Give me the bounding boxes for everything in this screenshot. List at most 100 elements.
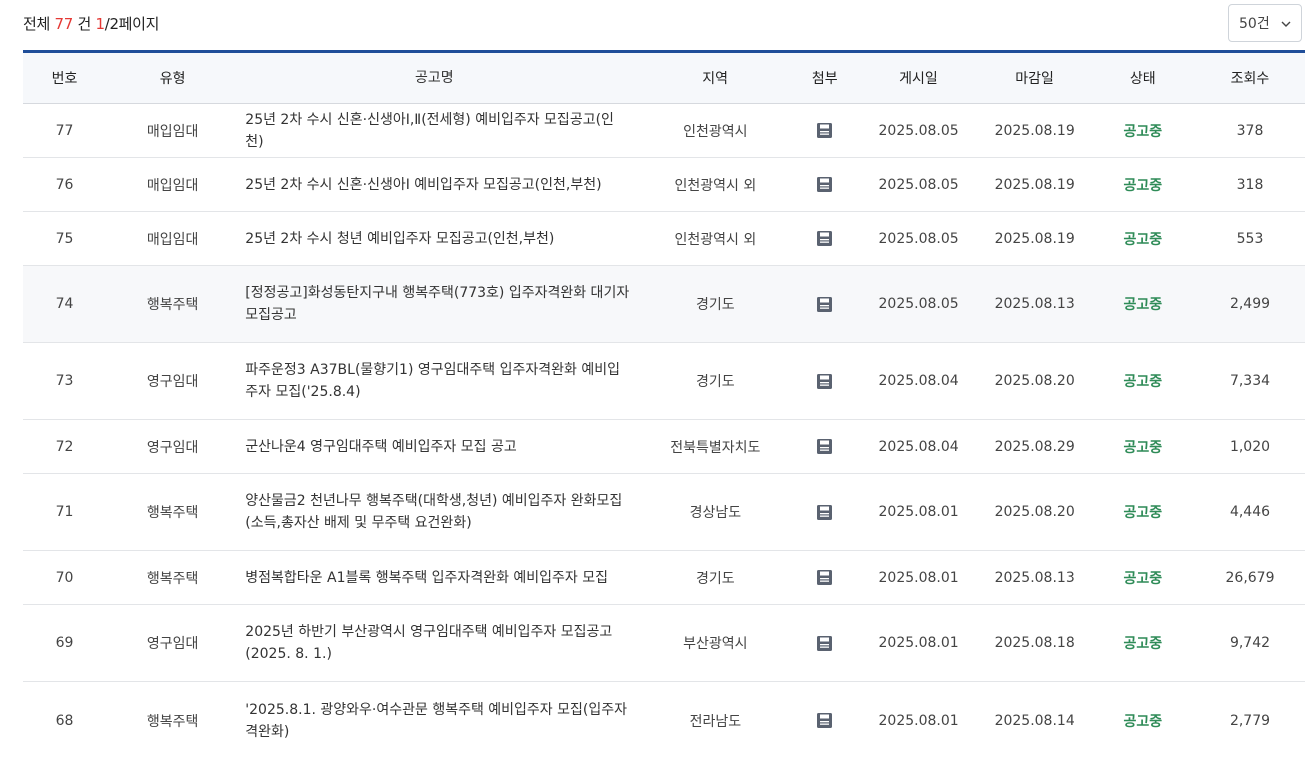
row-title-link[interactable]: '2025.8.1. 광양와우·여수관문 행복주택 예비입주자 모집(입주자격완… xyxy=(239,699,639,743)
row-type: 영구임대 xyxy=(146,439,199,456)
row-title-link[interactable]: 25년 2차 수시 신혼·신생아Ⅰ,Ⅱ(전세형) 예비입주자 모집공고(인천) xyxy=(239,109,639,153)
status-badge: 공고중 xyxy=(1123,123,1163,140)
header-region: 지역 xyxy=(702,71,729,87)
row-type: 매입임대 xyxy=(146,177,199,194)
table-row[interactable]: 73 영구임대 파주운정3 A37BL(물향기1) 영구임대주택 입주자격완화 … xyxy=(23,343,1305,420)
table-row[interactable]: 77 매입임대 25년 2차 수시 신혼·신생아Ⅰ,Ⅱ(전세형) 예비입주자 모… xyxy=(23,104,1305,158)
row-type: 행복주택 xyxy=(146,297,199,313)
row-title-link[interactable]: 병점복합타운 A1블록 행복주택 입주자격완화 예비입주자 모집 xyxy=(239,567,639,589)
file-save-icon[interactable] xyxy=(816,569,833,586)
table-row[interactable]: 76 매입임대 25년 2차 수시 신혼·신생아Ⅰ 예비입주자 모집공고(인천,… xyxy=(23,158,1305,212)
row-title-link[interactable]: [정정공고]화성동탄지구내 행복주택(773호) 입주자격완화 대기자 모집공고 xyxy=(239,282,639,326)
status-badge: 공고중 xyxy=(1123,570,1163,587)
row-no: 76 xyxy=(55,176,74,193)
attach-cell xyxy=(791,635,858,652)
row-deadline: 2025.08.19 xyxy=(994,122,1075,139)
file-save-icon[interactable] xyxy=(816,230,833,247)
row-posted: 2025.08.05 xyxy=(878,176,959,193)
row-no: 69 xyxy=(55,635,74,651)
file-save-icon[interactable] xyxy=(816,176,833,193)
row-deadline: 2025.08.19 xyxy=(994,176,1075,193)
row-title-link[interactable]: 2025년 하반기 부산광역시 영구임대주택 예비입주자 모집공고(2025. … xyxy=(239,621,639,665)
file-save-icon[interactable] xyxy=(816,504,833,521)
file-save-icon[interactable] xyxy=(816,122,833,139)
table-row[interactable]: 74 행복주택 [정정공고]화성동탄지구내 행복주택(773호) 입주자격완화 … xyxy=(23,266,1305,343)
row-posted: 2025.08.01 xyxy=(878,712,959,729)
attach-cell xyxy=(791,176,858,193)
table-row[interactable]: 70 행복주택 병점복합타운 A1블록 행복주택 입주자격완화 예비입주자 모집… xyxy=(23,551,1305,605)
total-unit: 건 xyxy=(77,15,91,33)
table-row[interactable]: 71 행복주택 양산물금2 천년나무 행복주택(대학생,청년) 예비입주자 완화… xyxy=(23,474,1305,551)
attach-cell xyxy=(791,373,858,390)
row-deadline: 2025.08.13 xyxy=(994,569,1075,586)
row-views: 9,742 xyxy=(1229,635,1271,651)
header-attach: 첨부 xyxy=(811,71,838,87)
row-region: 전북특별자치도 xyxy=(670,439,761,456)
status-badge: 공고중 xyxy=(1123,374,1163,390)
row-type: 영구임대 xyxy=(146,636,199,652)
table-row[interactable]: 69 영구임대 2025년 하반기 부산광역시 영구임대주택 예비입주자 모집공… xyxy=(23,605,1305,682)
header-no: 번호 xyxy=(51,71,78,87)
row-posted: 2025.08.01 xyxy=(878,569,959,586)
file-save-icon[interactable] xyxy=(816,635,833,652)
row-posted: 2025.08.05 xyxy=(878,296,959,312)
attach-cell xyxy=(791,122,858,139)
table-header: 번호 유형 공고명 지역 첨부 게시일 마감일 상태 조회수 xyxy=(23,53,1305,104)
header-title: 공고명 xyxy=(414,70,454,86)
row-type: 매입임대 xyxy=(146,123,199,140)
row-type: 행복주택 xyxy=(146,713,199,730)
status-badge: 공고중 xyxy=(1123,297,1163,313)
row-views: 2,499 xyxy=(1229,296,1271,312)
row-region: 경기도 xyxy=(696,374,735,390)
attach-cell xyxy=(791,438,858,455)
row-title-link[interactable]: 25년 2차 수시 신혼·신생아Ⅰ 예비입주자 모집공고(인천,부천) xyxy=(239,174,639,196)
row-no: 70 xyxy=(55,569,74,586)
row-type: 행복주택 xyxy=(146,570,199,587)
row-title-link[interactable]: 25년 2차 수시 청년 예비입주자 모집공고(인천,부천) xyxy=(239,228,639,250)
total-prefix: 전체 xyxy=(23,15,51,33)
header-views: 조회수 xyxy=(1230,71,1270,87)
file-save-icon[interactable] xyxy=(816,373,833,390)
table-row[interactable]: 75 매입임대 25년 2차 수시 청년 예비입주자 모집공고(인천,부천) 인… xyxy=(23,212,1305,266)
row-posted: 2025.08.05 xyxy=(878,122,959,139)
attach-cell xyxy=(791,569,858,586)
row-views: 2,779 xyxy=(1229,712,1271,729)
row-region: 인천광역시 xyxy=(683,123,748,140)
row-no: 73 xyxy=(55,373,74,389)
row-title-link[interactable]: 군산나운4 영구임대주택 예비입주자 모집 공고 xyxy=(239,436,639,458)
row-no: 71 xyxy=(55,504,74,520)
chevron-down-icon xyxy=(1281,21,1291,27)
row-deadline: 2025.08.14 xyxy=(994,712,1075,729)
row-deadline: 2025.08.13 xyxy=(994,296,1075,312)
notice-table: 번호 유형 공고명 지역 첨부 게시일 마감일 상태 조회수 77 매입임대 2… xyxy=(23,50,1305,759)
file-save-icon[interactable] xyxy=(816,712,833,729)
row-views: 26,679 xyxy=(1225,569,1275,586)
row-posted: 2025.08.05 xyxy=(878,230,959,247)
attach-cell xyxy=(791,712,858,729)
status-badge: 공고중 xyxy=(1123,713,1163,730)
attach-cell xyxy=(791,230,858,247)
file-save-icon[interactable] xyxy=(816,296,833,313)
result-summary: 전체 77 건 1/2페이지 xyxy=(23,13,159,35)
attach-cell xyxy=(791,296,858,313)
row-views: 4,446 xyxy=(1229,504,1271,520)
row-no: 72 xyxy=(55,438,74,455)
table-row[interactable]: 68 행복주택 '2025.8.1. 광양와우·여수관문 행복주택 예비입주자 … xyxy=(23,682,1305,759)
page-size-select[interactable]: 50건 xyxy=(1228,4,1302,42)
header-status: 상태 xyxy=(1129,71,1156,87)
row-region: 전라남도 xyxy=(689,713,742,730)
total-count: 77 xyxy=(54,15,73,33)
row-region: 경기도 xyxy=(696,297,735,313)
header-posted: 게시일 xyxy=(899,71,938,87)
header-deadline: 마감일 xyxy=(1015,71,1054,87)
file-save-icon[interactable] xyxy=(816,438,833,455)
row-title-link[interactable]: 파주운정3 A37BL(물향기1) 영구임대주택 입주자격완화 예비입주자 모집… xyxy=(239,359,639,403)
table-row[interactable]: 72 영구임대 군산나운4 영구임대주택 예비입주자 모집 공고 전북특별자치도… xyxy=(23,420,1305,474)
row-deadline: 2025.08.19 xyxy=(994,230,1075,247)
row-type: 행복주택 xyxy=(146,505,199,521)
row-posted: 2025.08.04 xyxy=(878,373,959,389)
page-total: /2페이지 xyxy=(104,15,160,33)
row-posted: 2025.08.04 xyxy=(878,438,959,455)
row-title-link[interactable]: 양산물금2 천년나무 행복주택(대학생,청년) 예비입주자 완화모집(소득,총자… xyxy=(239,490,639,534)
status-badge: 공고중 xyxy=(1123,505,1163,521)
